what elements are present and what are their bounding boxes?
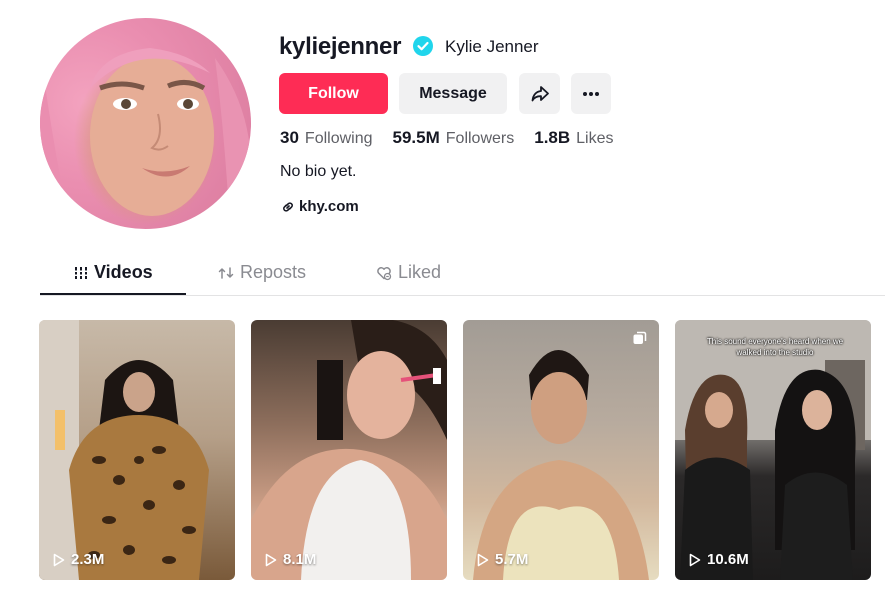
liked-heart-icon <box>377 266 392 280</box>
videos-grid-icon <box>74 266 88 279</box>
play-icon <box>265 553 277 566</box>
view-count-text: 2.3M <box>71 551 105 568</box>
video-thumbnail[interactable]: 2.3M <box>39 320 235 580</box>
tab-reposts-label: Reposts <box>240 262 307 282</box>
avatar-portrait <box>40 48 251 229</box>
view-count-text: 5.7M <box>495 551 529 568</box>
profile-avatar[interactable] <box>40 18 251 229</box>
video-preview-image <box>251 320 447 580</box>
following-label[interactable]: Following <box>305 130 373 148</box>
play-icon <box>477 553 489 566</box>
profile-link[interactable]: khy.com <box>281 198 359 215</box>
view-count-text: 10.6M <box>707 551 749 568</box>
tab-videos-label: Videos <box>94 262 153 282</box>
more-options-button[interactable] <box>571 73 611 114</box>
play-icon <box>53 553 65 566</box>
video-preview-image <box>473 350 649 580</box>
view-count: 8.1M <box>265 551 316 568</box>
video-caption: This sound everyone's heard when we walk… <box>706 337 844 357</box>
repost-icon <box>218 266 234 279</box>
profile-link-text[interactable]: khy.com <box>299 198 359 215</box>
followers-label[interactable]: Followers <box>446 130 514 148</box>
username: kyliejenner <box>279 33 402 60</box>
verified-badge-icon <box>413 36 433 56</box>
video-thumbnail[interactable]: This sound everyone's heard when we walk… <box>675 320 871 580</box>
likes-label: Likes <box>576 130 614 147</box>
tab-liked[interactable]: Liked <box>376 262 441 283</box>
more-dots-icon <box>583 91 599 96</box>
follow-button[interactable]: Follow <box>279 73 388 114</box>
view-count: 10.6M <box>689 551 749 568</box>
share-button[interactable] <box>519 73 560 114</box>
profile-tabs: Videos Reposts Liked <box>40 252 885 296</box>
play-icon <box>689 553 701 566</box>
tab-liked-label: Liked <box>398 262 442 282</box>
display-name: Kylie Jenner <box>445 37 539 56</box>
followers-count[interactable]: 59.5M <box>393 128 440 148</box>
tab-videos[interactable]: Videos <box>74 262 153 283</box>
likes-count: 1.8B <box>534 128 571 147</box>
video-preview-image <box>675 320 871 580</box>
following-count[interactable]: 30 <box>280 128 299 148</box>
message-button[interactable]: Message <box>399 73 507 114</box>
share-icon <box>531 85 549 101</box>
active-tab-indicator <box>40 293 186 295</box>
tab-reposts[interactable]: Reposts <box>218 262 306 283</box>
bio-text: No bio yet. <box>280 163 357 180</box>
view-count: 2.3M <box>53 551 104 568</box>
video-thumbnail[interactable]: 8.1M <box>251 320 447 580</box>
view-count: 5.7M <box>477 551 528 568</box>
multi-photo-icon <box>633 331 647 344</box>
link-icon <box>283 201 293 212</box>
video-thumbnail[interactable]: 5.7M <box>463 320 659 580</box>
video-preview-image <box>39 320 209 580</box>
view-count-text: 8.1M <box>283 551 317 568</box>
profile-stats: 30 Following 59.5M Followers 1.8B Likes <box>280 128 634 148</box>
